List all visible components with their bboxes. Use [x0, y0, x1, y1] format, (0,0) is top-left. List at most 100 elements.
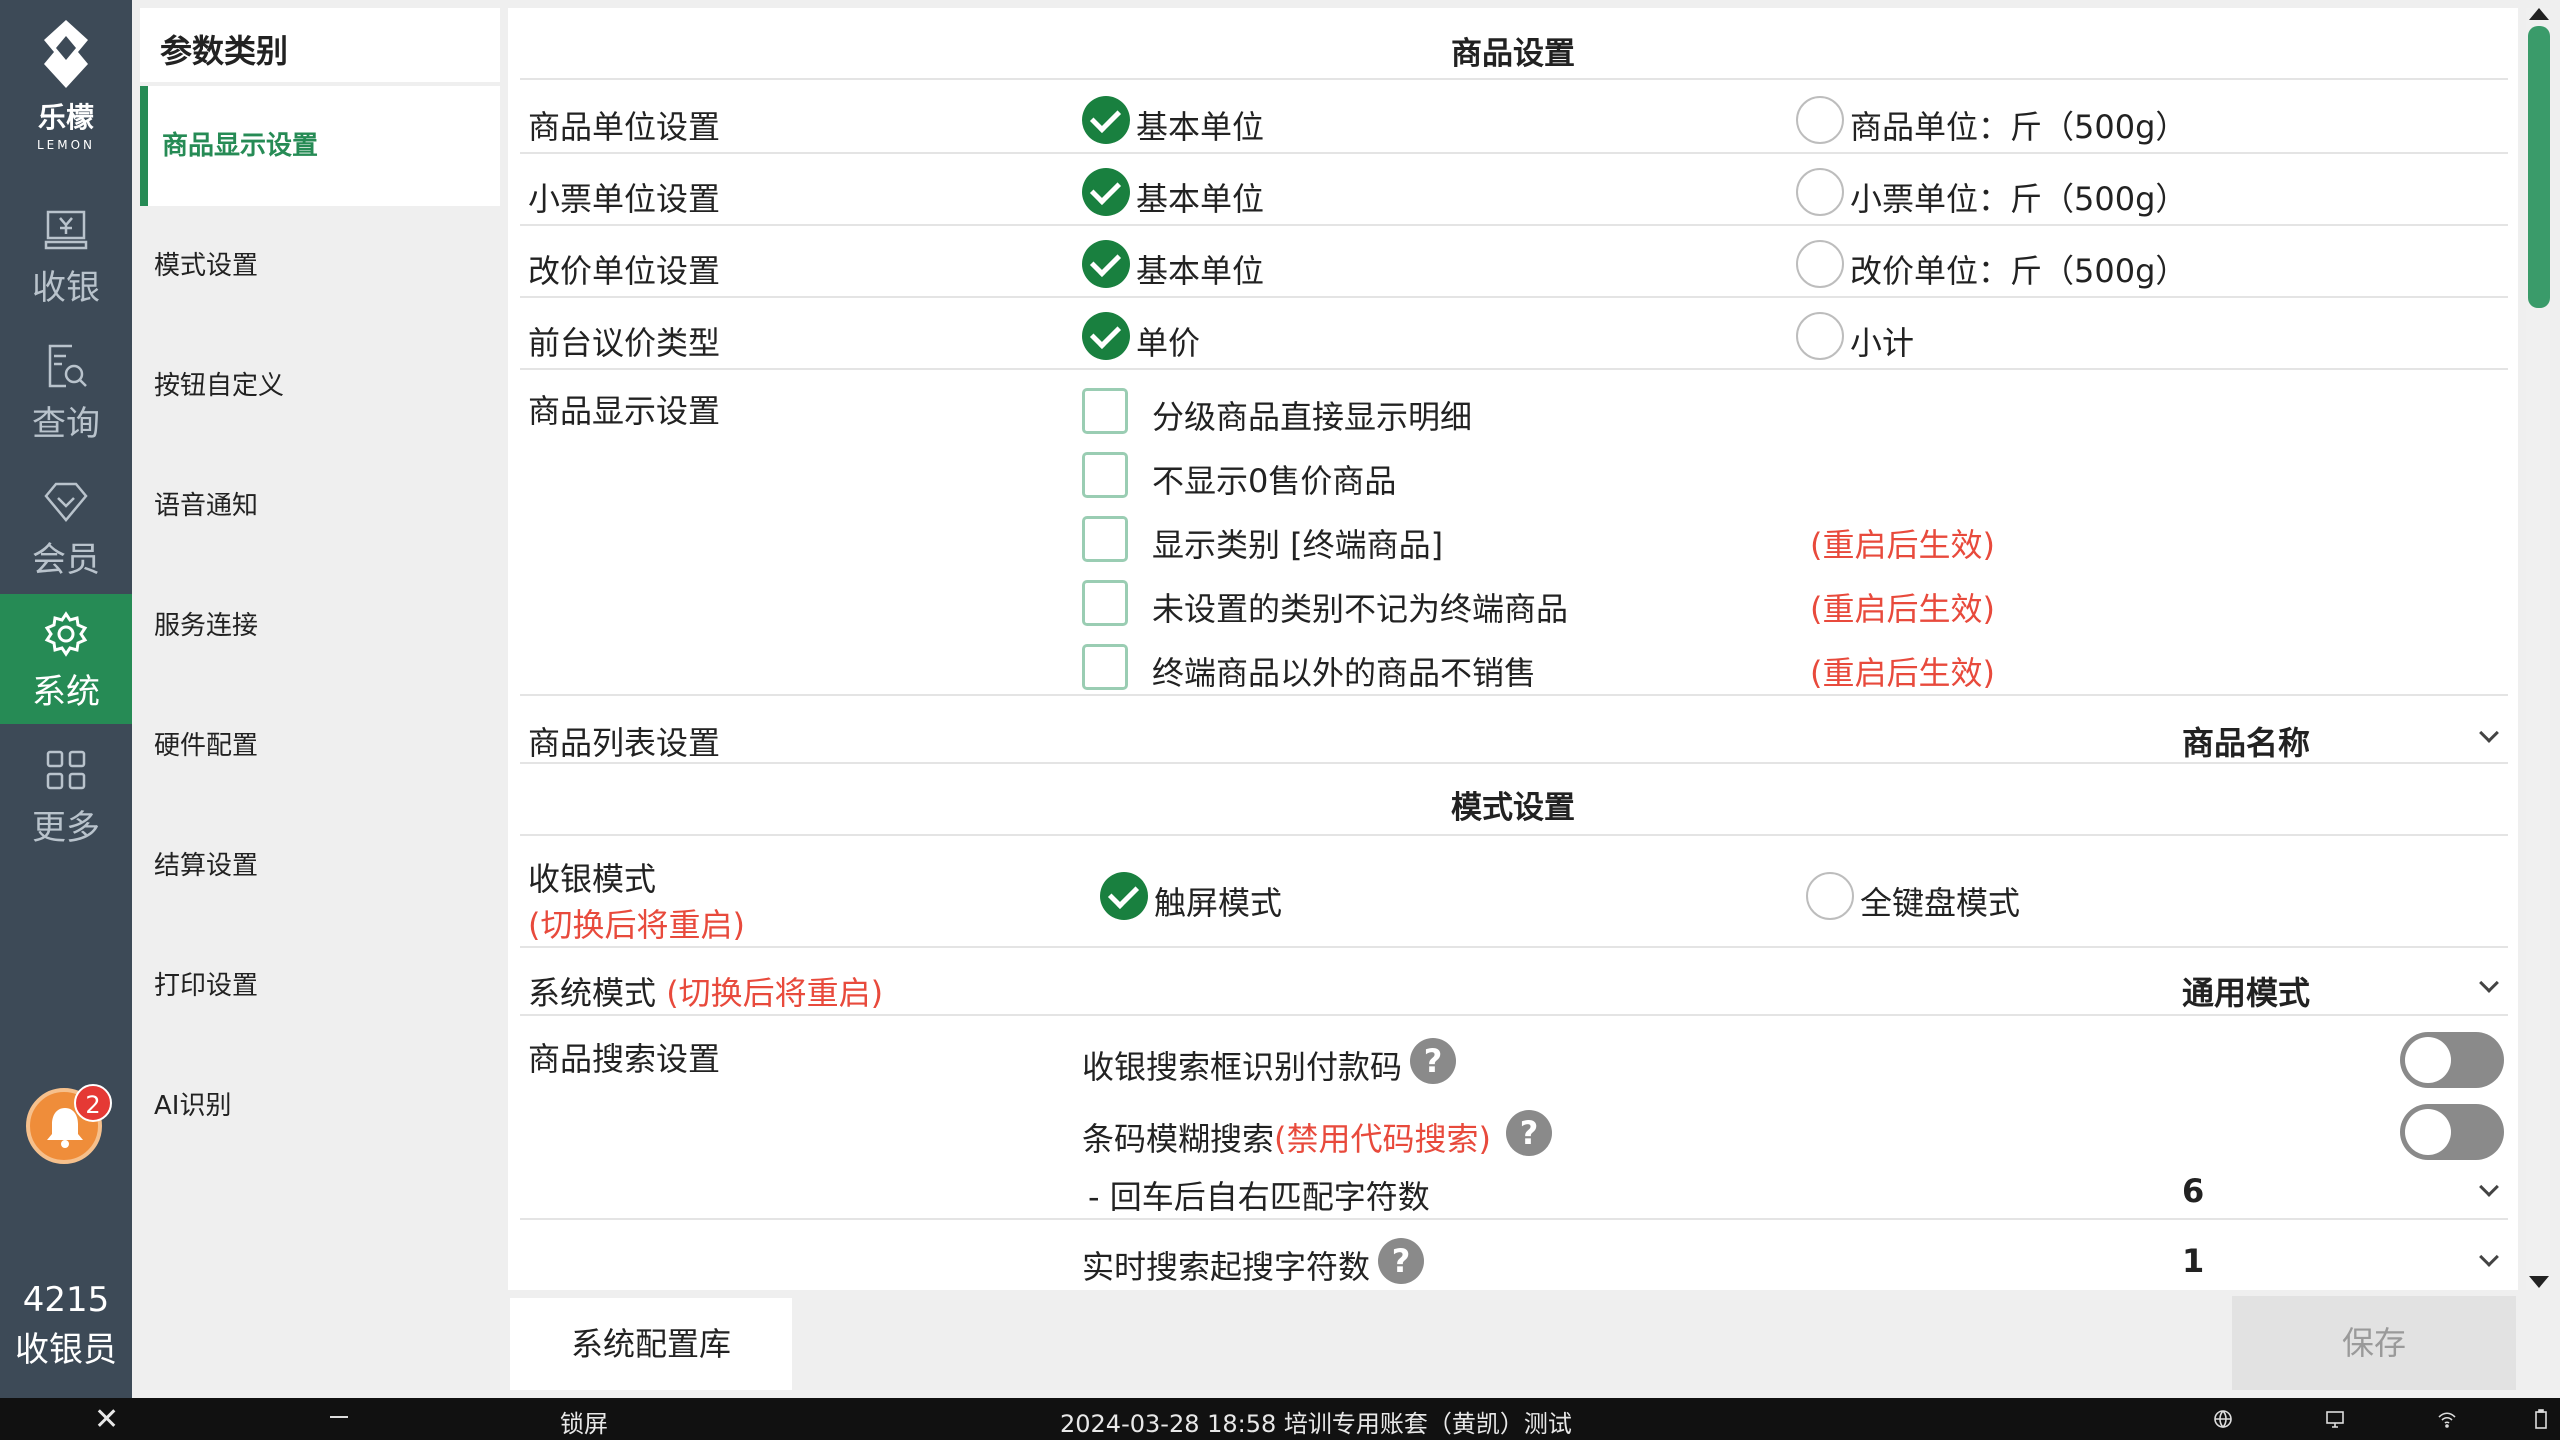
divider [520, 1218, 2508, 1220]
category-title: 参数类别 [140, 8, 500, 82]
category-buttons[interactable]: 按钮自定义 [140, 326, 500, 446]
restart-note: (切换后将重启) [666, 974, 884, 1012]
restart-note: (重启后生效) [1810, 590, 1995, 628]
close-icon[interactable]: ✕ [94, 1402, 119, 1437]
paycode-toggle[interactable] [2400, 1032, 2504, 1088]
nav-system[interactable]: 系统 [0, 594, 132, 724]
fuzzy-search-label: 条码模糊搜索(禁用代码搜索) [1082, 1114, 1491, 1160]
chevron-down-icon[interactable] [2479, 1177, 2499, 1197]
goods-list-dropdown[interactable]: 商品名称 [2182, 718, 2310, 764]
category-mode[interactable]: 模式设置 [140, 206, 500, 326]
radio-ticket-basic[interactable] [1082, 168, 1130, 216]
battery-icon[interactable] [2530, 1408, 2552, 1430]
bargain-type-label: 前台议价类型 [528, 324, 721, 362]
divider [520, 762, 2508, 764]
save-button[interactable]: 保存 [2232, 1296, 2516, 1390]
radio-unit-basic-label: 基本单位 [1136, 108, 1265, 146]
radio-bargain-unitprice[interactable] [1082, 312, 1130, 360]
category-settlement[interactable]: 结算设置 [140, 806, 500, 926]
scrollbar-thumb[interactable] [2528, 26, 2550, 308]
scroll-up-arrow-icon[interactable] [2529, 8, 2549, 20]
cashier-icon [44, 210, 88, 250]
taskbar: ✕ 锁屏 2024-03-28 18:58 培训专用账套（黄凯）测试 [0, 1398, 2560, 1440]
divider [520, 224, 2508, 226]
search-doc-icon [48, 344, 87, 388]
category-voice[interactable]: 语音通知 [140, 446, 500, 566]
chevron-down-icon[interactable] [2479, 723, 2499, 743]
realtime-count-dropdown[interactable]: 1 [2182, 1242, 2204, 1280]
radio-touch-mode-label: 触屏模式 [1154, 884, 1283, 922]
cashier-mode-label: 收银模式 [528, 860, 657, 898]
radio-ticket-unit[interactable] [1796, 168, 1844, 216]
radio-bargain-unitprice-label: 单价 [1136, 324, 1201, 362]
divider [520, 694, 2508, 696]
divider [520, 368, 2508, 370]
category-hardware[interactable]: 硬件配置 [140, 686, 500, 806]
match-count-dropdown[interactable]: 6 [2182, 1172, 2204, 1210]
section-title-goods: 商品设置 [1451, 36, 1575, 72]
config-library-button[interactable]: 系统配置库 [510, 1298, 792, 1390]
help-icon[interactable]: ? [1378, 1238, 1424, 1284]
match-count-label: - 回车后自右匹配字符数 [1088, 1178, 1430, 1216]
globe-icon[interactable] [2212, 1408, 2234, 1430]
checkbox-terminal-only[interactable] [1082, 644, 1128, 690]
restart-note: (重启后生效) [1810, 526, 1995, 564]
system-mode-dropdown[interactable]: 通用模式 [2182, 968, 2310, 1014]
notification-button[interactable]: 2 [26, 1084, 112, 1164]
checkbox-grade-detail-label: 分级商品直接显示明细 [1152, 398, 1473, 436]
radio-bargain-subtotal[interactable] [1796, 312, 1844, 360]
logo-text-en: LEMON [36, 138, 96, 152]
system-mode-label: 系统模式 (切换后将重启) [528, 968, 883, 1014]
help-icon[interactable]: ? [1410, 1038, 1456, 1084]
divider [520, 946, 2508, 948]
category-goods-display[interactable]: 商品显示设置 [140, 86, 500, 206]
chevron-down-icon[interactable] [2479, 973, 2499, 993]
nav-label: 收银 [32, 268, 100, 308]
scroll-down-arrow-icon[interactable] [2529, 1276, 2549, 1288]
unit-setting-label: 商品单位设置 [528, 108, 721, 146]
nav-member[interactable]: 会员 [0, 462, 132, 592]
search-setting-label: 商品搜索设置 [528, 1040, 721, 1078]
radio-price-basic-label: 基本单位 [1136, 252, 1265, 290]
realtime-search-label: 实时搜索起搜字符数 [1082, 1248, 1371, 1286]
help-icon[interactable]: ? [1506, 1110, 1552, 1156]
lock-screen-button[interactable]: 锁屏 [560, 1404, 608, 1439]
checkbox-hide-zero-price-label: 不显示0售价商品 [1152, 462, 1397, 500]
grid-icon [46, 750, 86, 790]
radio-touch-mode[interactable] [1100, 872, 1148, 920]
logo-text-cn: 乐檬 [37, 101, 94, 134]
divider [520, 78, 2508, 80]
divider [520, 1014, 2508, 1016]
category-print[interactable]: 打印设置 [140, 926, 500, 1046]
logo: 乐檬 LEMON [0, 18, 132, 152]
monitor-icon[interactable] [2324, 1408, 2346, 1430]
checkbox-unset-category[interactable] [1082, 580, 1128, 626]
checkbox-show-category[interactable] [1082, 516, 1128, 562]
checkbox-hide-zero-price[interactable] [1082, 452, 1128, 498]
goods-display-label: 商品显示设置 [528, 392, 721, 430]
category-ai[interactable]: AI识别 [140, 1046, 500, 1166]
nav-query[interactable]: 查询 [0, 326, 132, 456]
nav-more[interactable]: 更多 [0, 730, 132, 860]
fuzzy-search-note: (禁用代码搜索) [1274, 1120, 1491, 1158]
radio-keyboard-mode-label: 全键盘模式 [1860, 884, 2021, 922]
radio-unit-basic[interactable] [1082, 96, 1130, 144]
category-service[interactable]: 服务连接 [140, 566, 500, 686]
radio-unit-goods[interactable] [1796, 96, 1844, 144]
radio-keyboard-mode[interactable] [1806, 872, 1854, 920]
radio-price-basic[interactable] [1082, 240, 1130, 288]
divider [520, 834, 2508, 836]
notification-badge: 2 [74, 1084, 112, 1122]
fuzzy-toggle[interactable] [2400, 1104, 2504, 1160]
radio-ticket-basic-label: 基本单位 [1136, 180, 1265, 218]
wifi-icon[interactable] [2436, 1408, 2458, 1430]
nav-cashier[interactable]: 收银 [0, 190, 132, 320]
minimize-icon[interactable] [330, 1416, 348, 1418]
checkbox-grade-detail[interactable] [1082, 388, 1128, 434]
divider [520, 152, 2508, 154]
ticket-unit-label: 小票单位设置 [528, 180, 721, 218]
chevron-down-icon[interactable] [2479, 1247, 2499, 1267]
radio-price-unit[interactable] [1796, 240, 1844, 288]
nav-label: 更多 [32, 808, 100, 848]
paycode-search-label: 收银搜索框识别付款码 [1082, 1048, 1403, 1086]
